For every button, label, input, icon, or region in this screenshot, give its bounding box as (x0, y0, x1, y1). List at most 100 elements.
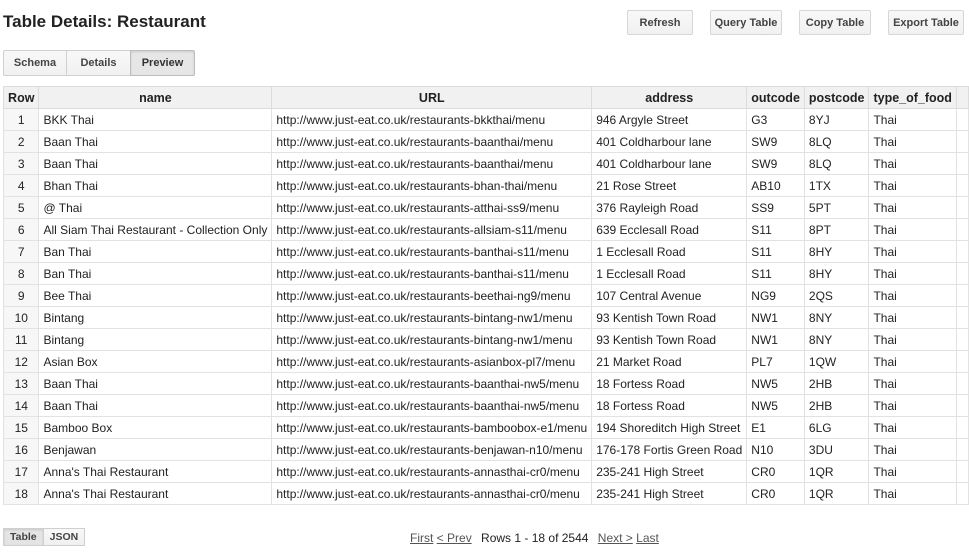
tab-schema[interactable]: Schema (3, 50, 67, 76)
cell-outcode: PL7 (746, 350, 805, 373)
json-view-button[interactable]: JSON (42, 528, 86, 546)
cell-postcode: 2HB (803, 372, 870, 395)
cell-outcode: NW1 (746, 306, 805, 329)
column-header-postcode: postcode (803, 86, 870, 109)
cell-postcode: 1QW (803, 350, 870, 373)
cell-postcode: 2QS (803, 284, 870, 307)
page-title: Table Details: Restaurant (3, 12, 206, 31)
cell-filler (955, 218, 969, 241)
cell-type-of-food: Thai (868, 174, 957, 197)
cell-name: Baan Thai (38, 130, 273, 153)
cell-postcode: 8HY (803, 240, 870, 263)
cell-name: All Siam Thai Restaurant - Collection On… (38, 218, 273, 241)
cell-row-number: 10 (2, 306, 40, 329)
cell-outcode: SS9 (746, 196, 805, 219)
cell-outcode: S11 (746, 262, 805, 285)
cell-url: http://www.just-eat.co.uk/restaurants-an… (271, 460, 593, 483)
cell-row-number: 3 (2, 152, 40, 175)
view-toggle: Table JSON (3, 528, 86, 546)
first-page-link[interactable]: First (410, 531, 433, 545)
table-row: 17 Anna's Thai Restaurant http://www.just-… (2, 460, 969, 483)
table-row: 5 @ Thai http://www.just-eat.co.uk/restaur… (2, 196, 969, 219)
cell-outcode: S11 (746, 240, 805, 263)
cell-postcode: 8PT (803, 218, 870, 241)
cell-name: Bee Thai (38, 284, 273, 307)
cell-address: 18 Fortess Road (591, 394, 748, 417)
column-header-url: URL (271, 86, 593, 109)
table-header-row: Row name URL address outcode postcode ty… (2, 86, 969, 109)
column-header-row: Row (2, 86, 40, 109)
cell-type-of-food: Thai (868, 438, 957, 461)
cell-address: 401 Coldharbour lane (591, 152, 748, 175)
table-row: 4 Bhan Thai http://www.just-eat.co.uk/rest… (2, 174, 969, 197)
cell-postcode: 1QR (803, 482, 870, 505)
cell-url: http://www.just-eat.co.uk/restaurants-bh… (271, 174, 593, 197)
cell-name: Bamboo Box (38, 416, 273, 439)
cell-postcode: 2HB (803, 394, 870, 417)
cell-address: 235-241 High Street (591, 482, 748, 505)
cell-filler (955, 394, 969, 417)
cell-filler (955, 416, 969, 439)
cell-address: 235-241 High Street (591, 460, 748, 483)
next-page-link[interactable]: Next > (598, 531, 633, 545)
cell-outcode: NW1 (746, 328, 805, 351)
cell-postcode: 1QR (803, 460, 870, 483)
table-row: 12 Asian Box http://www.just-eat.co.uk/res… (2, 350, 969, 373)
cell-postcode: 3DU (803, 438, 870, 461)
cell-row-number: 14 (2, 394, 40, 417)
cell-postcode: 8NY (803, 328, 870, 351)
cell-filler (955, 262, 969, 285)
cell-address: 946 Argyle Street (591, 108, 748, 131)
cell-name: Asian Box (38, 350, 273, 373)
table-row: 15 Bamboo Box http://www.just-eat.co.uk/re… (2, 416, 969, 439)
rows-status: Rows 1 - 18 of 2544 (481, 531, 589, 545)
last-page-link[interactable]: Last (636, 531, 659, 545)
cell-url: http://www.just-eat.co.uk/restaurants-ba… (271, 372, 593, 395)
cell-filler (955, 482, 969, 505)
cell-type-of-food: Thai (868, 394, 957, 417)
cell-row-number: 9 (2, 284, 40, 307)
cell-row-number: 11 (2, 328, 40, 351)
table-row: 2 Baan Thai http://www.just-eat.co.uk/rest… (2, 130, 969, 153)
cell-type-of-food: Thai (868, 240, 957, 263)
details-tabs: Schema Details Preview (3, 50, 195, 76)
column-header-outcode: outcode (746, 86, 805, 109)
query-table-button[interactable]: Query Table (710, 10, 782, 35)
cell-url: http://www.just-eat.co.uk/restaurants-bi… (271, 328, 593, 351)
table-view-button[interactable]: Table (3, 528, 44, 546)
tab-preview[interactable]: Preview (130, 50, 195, 76)
cell-row-number: 12 (2, 350, 40, 373)
cell-url: http://www.just-eat.co.uk/restaurants-ba… (271, 240, 593, 263)
cell-address: 401 Coldharbour lane (591, 130, 748, 153)
cell-type-of-food: Thai (868, 416, 957, 439)
cell-name: Bintang (38, 306, 273, 329)
cell-type-of-food: Thai (868, 460, 957, 483)
cell-type-of-food: Thai (868, 328, 957, 351)
cell-name: Baan Thai (38, 394, 273, 417)
cell-url: http://www.just-eat.co.uk/restaurants-ba… (271, 394, 593, 417)
cell-filler (955, 130, 969, 153)
cell-filler (955, 438, 969, 461)
copy-table-button[interactable]: Copy Table (799, 10, 871, 35)
cell-name: Anna's Thai Restaurant (38, 482, 273, 505)
cell-row-number: 15 (2, 416, 40, 439)
cell-name: Baan Thai (38, 152, 273, 175)
table-row: 13 Baan Thai http://www.just-eat.co.uk/res… (2, 372, 969, 395)
cell-postcode: 8YJ (803, 108, 870, 131)
cell-row-number: 2 (2, 130, 40, 153)
export-table-button[interactable]: Export Table (888, 10, 964, 35)
cell-filler (955, 350, 969, 373)
tab-details[interactable]: Details (66, 50, 131, 76)
prev-page-link[interactable]: < Prev (437, 531, 472, 545)
cell-address: 21 Market Road (591, 350, 748, 373)
column-header-type-of-food: type_of_food (868, 86, 957, 109)
table-body: 1 BKK Thai http://www.just-eat.co.uk/resta… (2, 108, 969, 505)
cell-filler (955, 328, 969, 351)
cell-address: 1 Ecclesall Road (591, 262, 748, 285)
refresh-button[interactable]: Refresh (627, 10, 693, 35)
cell-address: 18 Fortess Road (591, 372, 748, 395)
cell-row-number: 1 (2, 108, 40, 131)
cell-url: http://www.just-eat.co.uk/restaurants-be… (271, 284, 593, 307)
cell-address: 639 Ecclesall Road (591, 218, 748, 241)
cell-name: Bhan Thai (38, 174, 273, 197)
